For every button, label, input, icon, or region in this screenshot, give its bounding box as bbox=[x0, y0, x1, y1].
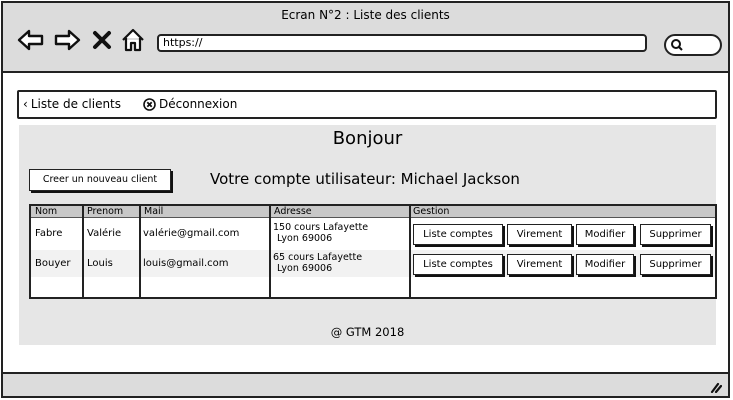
forward-arrow-icon[interactable] bbox=[53, 27, 81, 53]
top-menu-bar: ‹ Liste de clients Déconnexion bbox=[17, 90, 717, 119]
cell-mail: louis@gmail.com bbox=[143, 258, 229, 269]
cell-prenom: Valérie bbox=[87, 228, 122, 239]
column-header-nom: Nom bbox=[35, 206, 58, 217]
column-divider bbox=[139, 206, 141, 297]
cell-prenom: Louis bbox=[87, 258, 113, 269]
cell-adresse-line2: Lyon 69006 bbox=[277, 263, 333, 274]
list-accounts-button[interactable]: Liste comptes bbox=[413, 254, 503, 275]
cell-mail: valérie@gmail.com bbox=[143, 228, 240, 239]
logout-link[interactable]: Déconnexion bbox=[143, 97, 237, 111]
account-info: Votre compte utilisateur: Michael Jackso… bbox=[210, 170, 520, 188]
list-accounts-button[interactable]: Liste comptes bbox=[413, 224, 503, 245]
column-header-gestion: Gestion bbox=[413, 206, 450, 217]
back-arrow-icon[interactable] bbox=[17, 27, 45, 53]
home-icon[interactable] bbox=[120, 27, 146, 53]
column-divider bbox=[82, 206, 84, 297]
cell-adresse-line2: Lyon 69006 bbox=[277, 233, 333, 244]
column-header-mail: Mail bbox=[144, 206, 164, 217]
logout-label: Déconnexion bbox=[159, 97, 238, 111]
column-divider bbox=[409, 206, 411, 297]
column-header-adresse: Adresse bbox=[274, 206, 312, 217]
browser-titlebar: Ecran N°2 : Liste des clients https:// bbox=[3, 3, 728, 73]
table-row: Bouyer Louis louis@gmail.com 65 cours La… bbox=[31, 250, 715, 277]
column-header-prenom: Prenom bbox=[87, 206, 124, 217]
delete-button[interactable]: Supprimer bbox=[640, 224, 711, 245]
back-to-client-list-link[interactable]: ‹ Liste de clients bbox=[23, 97, 121, 111]
cell-nom: Bouyer bbox=[35, 258, 71, 269]
table-row: Fabre Valérie valérie@gmail.com 150 cour… bbox=[31, 220, 715, 247]
browser-statusbar bbox=[3, 372, 728, 396]
cell-adresse-line1: 65 cours Lafayette bbox=[273, 252, 363, 263]
page-content: ‹ Liste de clients Déconnexion Bonjour C… bbox=[3, 73, 728, 373]
browser-search-box[interactable] bbox=[664, 34, 722, 56]
transfer-button[interactable]: Virement bbox=[507, 224, 572, 245]
delete-button[interactable]: Supprimer bbox=[640, 254, 711, 275]
greeting-heading: Bonjour bbox=[332, 128, 403, 149]
column-divider bbox=[269, 206, 271, 297]
create-client-button[interactable]: Creer un nouveau client bbox=[29, 169, 171, 191]
edit-button[interactable]: Modifier bbox=[576, 224, 634, 245]
search-icon bbox=[671, 39, 683, 51]
close-x-icon[interactable] bbox=[91, 27, 113, 53]
browser-window: Ecran N°2 : Liste des clients https:// ‹… bbox=[1, 1, 730, 398]
transfer-button[interactable]: Virement bbox=[507, 254, 572, 275]
window-title: Ecran N°2 : Liste des clients bbox=[281, 8, 450, 22]
cell-adresse-line1: 150 cours Lafayette bbox=[273, 222, 369, 233]
back-link-label: Liste de clients bbox=[30, 97, 122, 111]
resize-grip-icon[interactable] bbox=[708, 379, 722, 393]
edit-button[interactable]: Modifier bbox=[576, 254, 634, 275]
close-circle-icon bbox=[143, 97, 156, 111]
cell-nom: Fabre bbox=[35, 228, 63, 239]
table-header-row: Nom Prenom Mail Adresse Gestion bbox=[31, 206, 715, 218]
url-input[interactable]: https:// bbox=[157, 34, 647, 52]
clients-table: Nom Prenom Mail Adresse Gestion Fabre Va… bbox=[29, 204, 717, 299]
footer-copyright: @ GTM 2018 bbox=[330, 325, 405, 339]
main-panel: Bonjour Creer un nouveau client Votre co… bbox=[19, 125, 717, 345]
table-row-empty bbox=[31, 277, 715, 297]
chevron-left-icon: ‹ bbox=[23, 97, 28, 111]
